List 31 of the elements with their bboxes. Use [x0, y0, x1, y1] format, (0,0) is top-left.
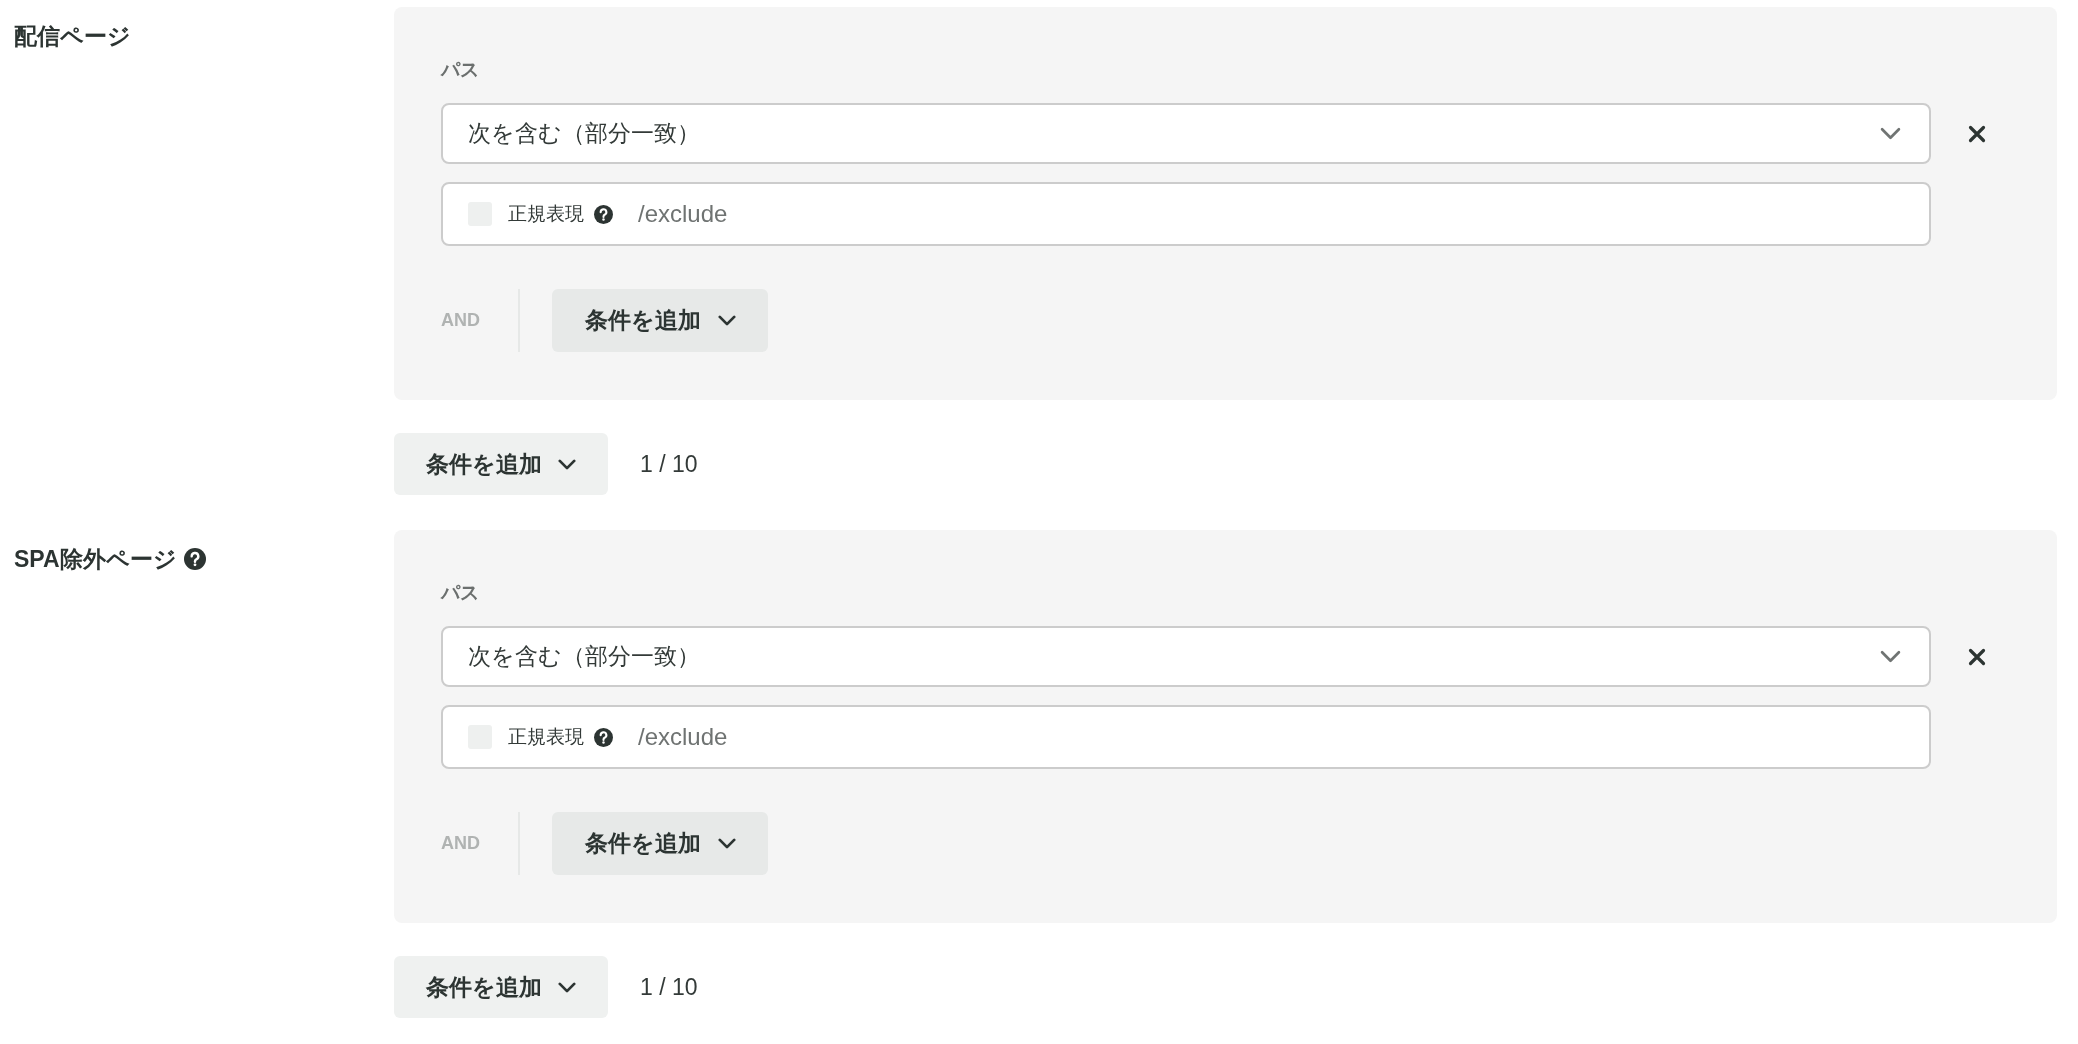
- and-label: AND: [441, 309, 481, 332]
- regex-label: 正規表現: [508, 201, 584, 226]
- add-condition-button[interactable]: 条件を追加: [394, 433, 608, 495]
- path-input-frame[interactable]: 正規表現 /exclude: [441, 705, 1931, 769]
- chevron-down-icon: [718, 838, 736, 849]
- chevron-down-icon: [558, 981, 576, 993]
- close-icon[interactable]: [1968, 124, 1986, 143]
- section-label: SPA除外ページ: [14, 545, 177, 573]
- help-icon[interactable]: [183, 548, 206, 570]
- path-input[interactable]: /exclude: [638, 194, 1905, 234]
- chevron-down-icon: [1880, 127, 1901, 140]
- close-icon[interactable]: [1968, 647, 1986, 666]
- path-input-frame[interactable]: 正規表現 /exclude: [441, 182, 1931, 246]
- field-label: パス: [441, 58, 479, 82]
- condition-count: 1 / 10: [640, 972, 698, 1002]
- chevron-down-icon: [558, 458, 576, 470]
- path-input[interactable]: /exclude: [638, 717, 1905, 757]
- add-condition-button[interactable]: 条件を追加: [394, 956, 608, 1018]
- help-icon[interactable]: [594, 204, 613, 224]
- section-label: 配信ページ: [14, 22, 131, 50]
- match-type-select[interactable]: 次を含む（部分一致）: [441, 626, 1931, 687]
- and-label: AND: [441, 832, 481, 855]
- condition-count: 1 / 10: [640, 449, 698, 479]
- add-condition-button[interactable]: 条件を追加: [552, 289, 768, 352]
- chevron-down-icon: [1880, 650, 1901, 663]
- help-icon[interactable]: [594, 727, 613, 747]
- field-label: パス: [441, 581, 479, 605]
- add-condition-button[interactable]: 条件を追加: [552, 812, 768, 875]
- chevron-down-icon: [718, 315, 736, 326]
- regex-label: 正規表現: [508, 724, 584, 749]
- match-type-select[interactable]: 次を含む（部分一致）: [441, 103, 1931, 164]
